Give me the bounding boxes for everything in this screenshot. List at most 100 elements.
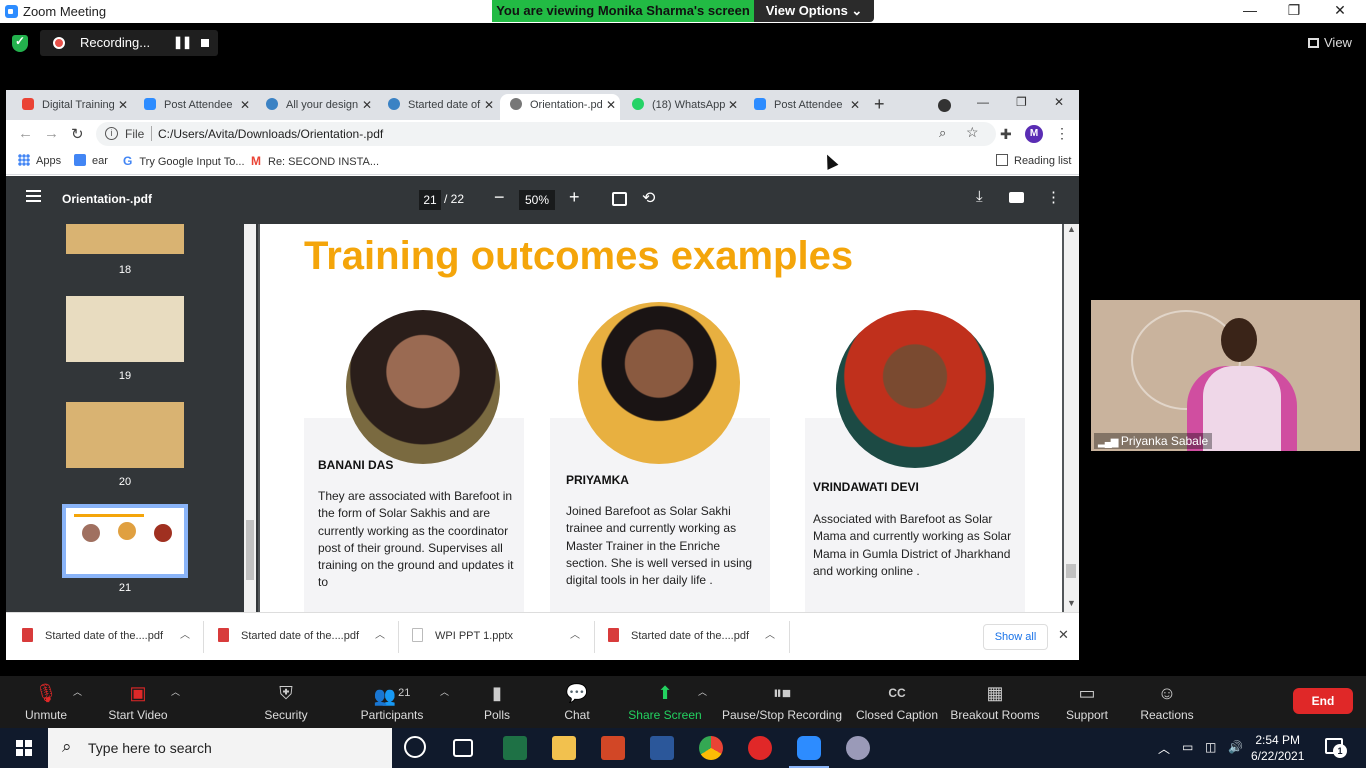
chevron-up-icon[interactable]: ︿	[171, 685, 180, 698]
thumbnail-page-19[interactable]	[66, 296, 184, 362]
zoom-out-icon[interactable]: −	[494, 187, 505, 208]
tray-chevron-icon[interactable]: ︿	[1158, 740, 1170, 757]
participants-button[interactable]: 👥 21 Participants	[358, 680, 426, 722]
scroll-up-icon[interactable]: ▲	[1067, 224, 1076, 234]
unmute-button[interactable]: 🎙 Unmute	[18, 680, 74, 722]
notifications-icon[interactable]: 1	[1325, 738, 1347, 758]
close-tab-icon[interactable]: ✕	[484, 94, 494, 116]
pause-stop-recording-button[interactable]: ⏸⏹ Pause/Stop Recording	[720, 680, 844, 722]
paint-icon[interactable]	[846, 736, 870, 760]
chevron-up-icon[interactable]: ︿	[698, 685, 707, 698]
print-icon[interactable]	[1009, 192, 1024, 203]
close-tab-icon[interactable]: ✕	[118, 94, 128, 116]
rotate-icon[interactable]: ⟲	[642, 188, 655, 208]
extensions-puzzle-icon[interactable]: ✚	[1000, 126, 1012, 143]
close-tab-icon[interactable]: ✕	[606, 94, 616, 116]
close-icon[interactable]: ✕	[1330, 2, 1350, 19]
file-explorer-icon[interactable]	[552, 736, 576, 760]
share-screen-button[interactable]: ⬆ Share Screen	[626, 680, 704, 722]
bookmark-gmail[interactable]: M Re: SECOND INSTA...	[251, 154, 379, 168]
view-button[interactable]: View	[1308, 35, 1352, 50]
chevron-up-icon[interactable]: ︿	[570, 621, 580, 651]
pause-recording-icon[interactable]: ❚❚	[173, 35, 192, 49]
minimize-icon[interactable]: —	[1240, 2, 1260, 18]
thumbnail-page-21[interactable]	[62, 504, 188, 578]
excel-icon[interactable]	[503, 736, 527, 760]
forward-icon[interactable]: →	[44, 125, 59, 142]
sidebar-scrollbar[interactable]	[244, 224, 256, 612]
polls-button[interactable]: ▮ Polls	[478, 680, 516, 722]
scroll-down-icon[interactable]: ▼	[1067, 598, 1076, 608]
download-icon[interactable]: ⤓	[976, 188, 983, 205]
support-button[interactable]: ▭ Support	[1060, 680, 1114, 722]
download-item[interactable]: Started date of the....pdf ︿	[218, 621, 394, 651]
show-all-button[interactable]: Show all	[983, 624, 1048, 650]
zoom-in-icon[interactable]: +	[569, 187, 580, 208]
end-meeting-button[interactable]: End	[1293, 688, 1353, 714]
task-view-icon[interactable]	[453, 739, 473, 757]
close-downloads-icon[interactable]: ✕	[1058, 627, 1069, 643]
volume-icon[interactable]: 🔊	[1228, 740, 1243, 754]
word-icon[interactable]	[650, 736, 674, 760]
thumbnail-page-18[interactable]	[66, 224, 184, 254]
breakout-rooms-button[interactable]: ▦ Breakout Rooms	[950, 680, 1040, 722]
chevron-up-icon[interactable]: ︿	[180, 621, 190, 651]
security-button[interactable]: ⛨ Security	[260, 680, 312, 722]
browser-tab[interactable]: Digital Training ✕	[12, 94, 132, 120]
browser-tab[interactable]: Post Attendee ✕	[134, 94, 254, 120]
address-url[interactable]: C:/Users/Avita/Downloads/Orientation-.pd…	[158, 127, 383, 141]
windows-start-icon[interactable]	[16, 740, 32, 756]
download-item[interactable]: Started date of the....pdf ︿	[22, 621, 198, 651]
bookmark-ear[interactable]: ear	[74, 154, 108, 167]
powerpoint-icon[interactable]	[601, 736, 625, 760]
page-number-input[interactable]: 21	[419, 190, 441, 210]
browser-tab-active[interactable]: Orientation-.pd ✕	[500, 94, 620, 120]
back-icon[interactable]: ←	[18, 125, 33, 142]
page-scroll-thumb[interactable]	[1066, 564, 1076, 578]
security-shield-icon[interactable]	[12, 34, 28, 52]
start-video-button[interactable]: ▣ Start Video	[104, 680, 172, 722]
zoom-level-input[interactable]: 50%	[519, 190, 555, 210]
reload-icon[interactable]: ↻	[71, 125, 84, 143]
pdf-menu-icon[interactable]	[26, 190, 41, 202]
new-tab-icon[interactable]: +	[874, 94, 885, 115]
battery-icon[interactable]: ▭	[1182, 740, 1193, 754]
chrome-icon[interactable]	[699, 736, 723, 760]
zoom-taskbar-icon[interactable]	[789, 736, 829, 768]
download-item[interactable]: WPI PPT 1.pptx ︿	[412, 621, 588, 651]
bookmark-apps[interactable]: Apps	[18, 154, 61, 167]
close-tab-icon[interactable]: ✕	[240, 94, 250, 116]
bookmark-star-icon[interactable]: ☆	[966, 124, 979, 141]
profile-avatar[interactable]: M	[1025, 125, 1043, 143]
closed-caption-button[interactable]: CC Closed Caption	[854, 680, 940, 722]
network-icon[interactable]: ◫	[1205, 740, 1216, 754]
browser-tab[interactable]: Post Attendee ✕	[744, 94, 864, 120]
browser-close-icon[interactable]: ✕	[1054, 95, 1064, 109]
close-tab-icon[interactable]: ✕	[362, 94, 372, 116]
cortana-icon[interactable]	[404, 736, 426, 758]
browser-tab[interactable]: All your design ✕	[256, 94, 376, 120]
sidebar-scroll-thumb[interactable]	[246, 520, 254, 580]
download-item[interactable]: Started date of the....pdf ︿	[608, 621, 784, 651]
airtel-icon[interactable]	[748, 736, 772, 760]
chevron-up-icon[interactable]: ︿	[440, 685, 449, 698]
chevron-up-icon[interactable]: ︿	[73, 685, 82, 698]
taskbar-clock[interactable]: 2:54 PM 6/22/2021	[1251, 732, 1304, 764]
stop-recording-icon[interactable]	[201, 39, 209, 47]
browser-minimize-icon[interactable]: —	[977, 95, 989, 109]
zoom-magnifier-icon[interactable]: ⌕	[939, 125, 946, 141]
tab-search-icon[interactable]	[938, 99, 951, 112]
address-bar[interactable]: i File C:/Users/Avita/Downloads/Orientat…	[96, 122, 996, 146]
thumbnail-page-20[interactable]	[66, 402, 184, 468]
info-icon[interactable]: i	[105, 127, 118, 140]
reactions-button[interactable]: ☺ Reactions	[1138, 680, 1196, 722]
chevron-up-icon[interactable]: ︿	[375, 621, 385, 651]
page-scrollbar[interactable]: ▲ ▼	[1064, 224, 1079, 612]
restore-icon[interactable]: ❐	[1284, 2, 1304, 19]
reading-list-button[interactable]: Reading list	[996, 154, 1071, 167]
chat-button[interactable]: 💬 Chat	[558, 680, 596, 722]
browser-restore-icon[interactable]: ❐	[1016, 95, 1027, 109]
pdf-more-icon[interactable]: ⋮	[1046, 188, 1061, 206]
bookmark-google-input[interactable]: G Try Google Input To...	[123, 154, 245, 168]
view-options-button[interactable]: View Options ⌄	[754, 0, 874, 22]
